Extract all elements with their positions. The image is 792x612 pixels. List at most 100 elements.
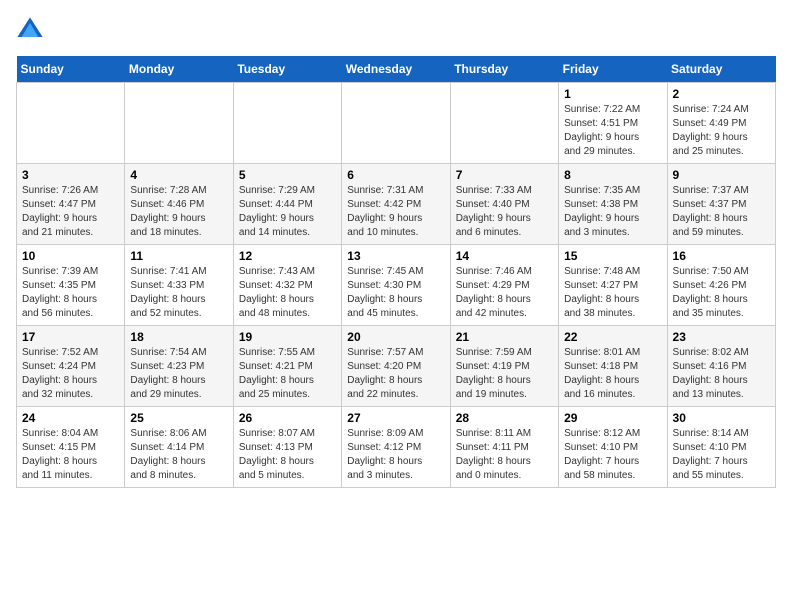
day-info: Sunrise: 7:46 AM Sunset: 4:29 PM Dayligh… bbox=[456, 265, 553, 321]
day-info: Sunrise: 7:39 AM Sunset: 4:35 PM Dayligh… bbox=[22, 265, 119, 321]
calendar-cell: 6 Sunrise: 7:31 AM Sunset: 4:42 PM Daylig… bbox=[342, 164, 450, 245]
day-info: Sunrise: 7:29 AM Sunset: 4:44 PM Dayligh… bbox=[239, 184, 336, 240]
day-number: 3 bbox=[22, 168, 119, 182]
calendar-cell: 15 Sunrise: 7:48 AM Sunset: 4:27 PM Dayli… bbox=[559, 245, 667, 326]
day-number: 28 bbox=[456, 411, 553, 425]
day-info: Sunrise: 8:06 AM Sunset: 4:14 PM Dayligh… bbox=[130, 427, 227, 483]
day-number: 2 bbox=[673, 87, 770, 101]
calendar-cell: 10 Sunrise: 7:39 AM Sunset: 4:35 PM Dayli… bbox=[17, 245, 125, 326]
day-header-friday: Friday bbox=[559, 56, 667, 83]
calendar-header: SundayMondayTuesdayWednesdayThursdayFrid… bbox=[17, 56, 776, 83]
day-number: 24 bbox=[22, 411, 119, 425]
calendar-cell: 7 Sunrise: 7:33 AM Sunset: 4:40 PM Daylig… bbox=[450, 164, 558, 245]
calendar-cell: 14Sunrise: 7:46 AM Sunset: 4:29 PM Dayli… bbox=[450, 245, 558, 326]
page-header bbox=[16, 16, 776, 44]
calendar-cell: 5 Sunrise: 7:29 AM Sunset: 4:44 PM Daylig… bbox=[233, 164, 341, 245]
calendar-cell: 17Sunrise: 7:52 AM Sunset: 4:24 PM Dayli… bbox=[17, 326, 125, 407]
calendar-cell: 29 Sunrise: 8:12 AM Sunset: 4:10 PM Dayli… bbox=[559, 407, 667, 488]
calendar-cell: 26Sunrise: 8:07 AM Sunset: 4:13 PM Dayli… bbox=[233, 407, 341, 488]
day-info: Sunrise: 7:33 AM Sunset: 4:40 PM Dayligh… bbox=[456, 184, 553, 240]
calendar-cell: 2 Sunrise: 7:24 AM Sunset: 4:49 PM Daylig… bbox=[667, 83, 775, 164]
calendar-cell: 18Sunrise: 7:54 AM Sunset: 4:23 PM Dayli… bbox=[125, 326, 233, 407]
day-info: Sunrise: 8:11 AM Sunset: 4:11 PM Dayligh… bbox=[456, 427, 553, 483]
day-info: Sunrise: 8:04 AM Sunset: 4:15 PM Dayligh… bbox=[22, 427, 119, 483]
day-info: Sunrise: 7:55 AM Sunset: 4:21 PM Dayligh… bbox=[239, 346, 336, 402]
day-number: 16 bbox=[673, 249, 770, 263]
calendar-cell: 11 Sunrise: 7:41 AM Sunset: 4:33 PM Dayli… bbox=[125, 245, 233, 326]
calendar-cell: 13 Sunrise: 7:45 AM Sunset: 4:30 PM Dayli… bbox=[342, 245, 450, 326]
day-info: Sunrise: 8:14 AM Sunset: 4:10 PM Dayligh… bbox=[673, 427, 770, 483]
day-number: 8 bbox=[564, 168, 661, 182]
day-info: Sunrise: 7:59 AM Sunset: 4:19 PM Dayligh… bbox=[456, 346, 553, 402]
calendar-cell bbox=[450, 83, 558, 164]
day-info: Sunrise: 8:01 AM Sunset: 4:18 PM Dayligh… bbox=[564, 346, 661, 402]
day-info: Sunrise: 7:57 AM Sunset: 4:20 PM Dayligh… bbox=[347, 346, 444, 402]
day-header-tuesday: Tuesday bbox=[233, 56, 341, 83]
calendar-table: SundayMondayTuesdayWednesdayThursdayFrid… bbox=[16, 56, 776, 488]
calendar-cell: 21 Sunrise: 7:59 AM Sunset: 4:19 PM Dayli… bbox=[450, 326, 558, 407]
day-info: Sunrise: 7:45 AM Sunset: 4:30 PM Dayligh… bbox=[347, 265, 444, 321]
day-info: Sunrise: 7:43 AM Sunset: 4:32 PM Dayligh… bbox=[239, 265, 336, 321]
calendar-cell bbox=[17, 83, 125, 164]
calendar-week-4: 17Sunrise: 7:52 AM Sunset: 4:24 PM Dayli… bbox=[17, 326, 776, 407]
day-info: Sunrise: 8:02 AM Sunset: 4:16 PM Dayligh… bbox=[673, 346, 770, 402]
day-number: 22 bbox=[564, 330, 661, 344]
calendar-cell: 8 Sunrise: 7:35 AM Sunset: 4:38 PM Daylig… bbox=[559, 164, 667, 245]
day-info: Sunrise: 7:52 AM Sunset: 4:24 PM Dayligh… bbox=[22, 346, 119, 402]
calendar-cell: 1 Sunrise: 7:22 AM Sunset: 4:51 PM Daylig… bbox=[559, 83, 667, 164]
day-number: 6 bbox=[347, 168, 444, 182]
day-info: Sunrise: 7:37 AM Sunset: 4:37 PM Dayligh… bbox=[673, 184, 770, 240]
calendar-cell: 16 Sunrise: 7:50 AM Sunset: 4:26 PM Dayli… bbox=[667, 245, 775, 326]
calendar-cell: 28 Sunrise: 8:11 AM Sunset: 4:11 PM Dayli… bbox=[450, 407, 558, 488]
calendar-cell: 12Sunrise: 7:43 AM Sunset: 4:32 PM Dayli… bbox=[233, 245, 341, 326]
day-info: Sunrise: 7:48 AM Sunset: 4:27 PM Dayligh… bbox=[564, 265, 661, 321]
day-info: Sunrise: 7:35 AM Sunset: 4:38 PM Dayligh… bbox=[564, 184, 661, 240]
day-number: 10 bbox=[22, 249, 119, 263]
day-number: 21 bbox=[456, 330, 553, 344]
calendar-cell: 20Sunrise: 7:57 AM Sunset: 4:20 PM Dayli… bbox=[342, 326, 450, 407]
calendar-cell: 23 Sunrise: 8:02 AM Sunset: 4:16 PM Dayli… bbox=[667, 326, 775, 407]
calendar-cell bbox=[342, 83, 450, 164]
day-info: Sunrise: 7:28 AM Sunset: 4:46 PM Dayligh… bbox=[130, 184, 227, 240]
calendar-cell bbox=[233, 83, 341, 164]
calendar-body: 1 Sunrise: 7:22 AM Sunset: 4:51 PM Daylig… bbox=[17, 83, 776, 488]
day-number: 11 bbox=[130, 249, 227, 263]
day-info: Sunrise: 8:12 AM Sunset: 4:10 PM Dayligh… bbox=[564, 427, 661, 483]
day-info: Sunrise: 7:26 AM Sunset: 4:47 PM Dayligh… bbox=[22, 184, 119, 240]
day-info: Sunrise: 7:50 AM Sunset: 4:26 PM Dayligh… bbox=[673, 265, 770, 321]
calendar-cell bbox=[125, 83, 233, 164]
day-number: 1 bbox=[564, 87, 661, 101]
day-number: 19 bbox=[239, 330, 336, 344]
calendar-cell: 4Sunrise: 7:28 AM Sunset: 4:46 PM Daylig… bbox=[125, 164, 233, 245]
day-info: Sunrise: 7:31 AM Sunset: 4:42 PM Dayligh… bbox=[347, 184, 444, 240]
day-number: 23 bbox=[673, 330, 770, 344]
calendar-cell: 24 Sunrise: 8:04 AM Sunset: 4:15 PM Dayli… bbox=[17, 407, 125, 488]
day-info: Sunrise: 8:09 AM Sunset: 4:12 PM Dayligh… bbox=[347, 427, 444, 483]
day-number: 15 bbox=[564, 249, 661, 263]
calendar-cell: 3 Sunrise: 7:26 AM Sunset: 4:47 PM Daylig… bbox=[17, 164, 125, 245]
calendar-cell: 19 Sunrise: 7:55 AM Sunset: 4:21 PM Dayli… bbox=[233, 326, 341, 407]
calendar-cell: 22 Sunrise: 8:01 AM Sunset: 4:18 PM Dayli… bbox=[559, 326, 667, 407]
calendar-week-2: 3 Sunrise: 7:26 AM Sunset: 4:47 PM Daylig… bbox=[17, 164, 776, 245]
calendar-week-3: 10 Sunrise: 7:39 AM Sunset: 4:35 PM Dayli… bbox=[17, 245, 776, 326]
day-header-thursday: Thursday bbox=[450, 56, 558, 83]
day-number: 26 bbox=[239, 411, 336, 425]
day-info: Sunrise: 7:41 AM Sunset: 4:33 PM Dayligh… bbox=[130, 265, 227, 321]
calendar-cell: 30Sunrise: 8:14 AM Sunset: 4:10 PM Dayli… bbox=[667, 407, 775, 488]
day-header-saturday: Saturday bbox=[667, 56, 775, 83]
day-info: Sunrise: 7:54 AM Sunset: 4:23 PM Dayligh… bbox=[130, 346, 227, 402]
calendar-cell: 9 Sunrise: 7:37 AM Sunset: 4:37 PM Daylig… bbox=[667, 164, 775, 245]
day-number: 29 bbox=[564, 411, 661, 425]
calendar-cell: 27Sunrise: 8:09 AM Sunset: 4:12 PM Dayli… bbox=[342, 407, 450, 488]
day-header-wednesday: Wednesday bbox=[342, 56, 450, 83]
day-number: 9 bbox=[673, 168, 770, 182]
day-number: 7 bbox=[456, 168, 553, 182]
day-header-monday: Monday bbox=[125, 56, 233, 83]
calendar-week-5: 24 Sunrise: 8:04 AM Sunset: 4:15 PM Dayli… bbox=[17, 407, 776, 488]
day-number: 13 bbox=[347, 249, 444, 263]
day-info: Sunrise: 7:24 AM Sunset: 4:49 PM Dayligh… bbox=[673, 103, 770, 159]
day-number: 5 bbox=[239, 168, 336, 182]
day-number: 25 bbox=[130, 411, 227, 425]
day-header-sunday: Sunday bbox=[17, 56, 125, 83]
day-info: Sunrise: 7:22 AM Sunset: 4:51 PM Dayligh… bbox=[564, 103, 661, 159]
